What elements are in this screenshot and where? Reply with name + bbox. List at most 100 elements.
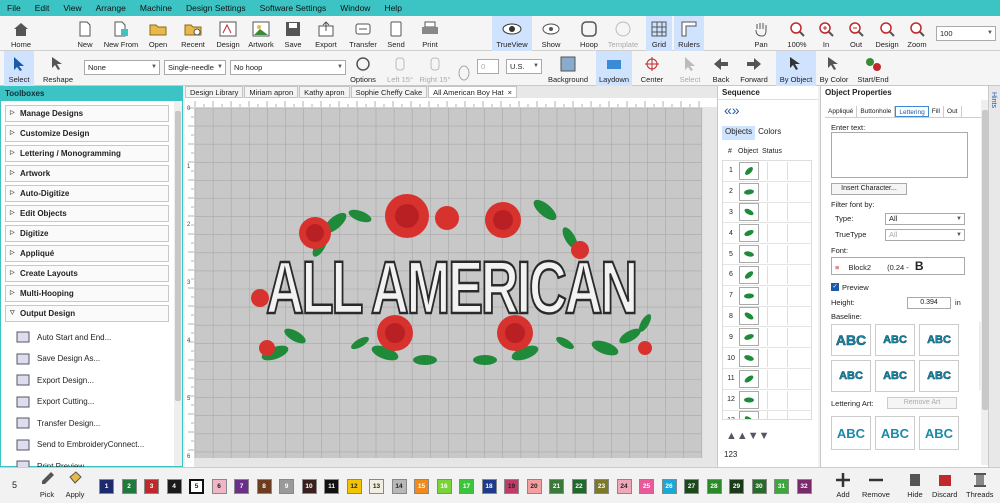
menu-file[interactable]: File: [0, 0, 28, 16]
prop-tab-appliqué[interactable]: Appliqué: [825, 106, 858, 117]
print-button[interactable]: Print: [418, 16, 442, 51]
toolbox-edit-objects[interactable]: ▷ Edit Objects: [5, 205, 169, 222]
show-button[interactable]: Show: [537, 16, 565, 51]
reshape-tool-button[interactable]: Reshape: [42, 51, 74, 86]
document-tab-2[interactable]: Kathy apron: [299, 86, 350, 98]
menu-software-settings[interactable]: Software Settings: [253, 0, 334, 16]
color-swatch-12[interactable]: 12: [346, 479, 362, 494]
toolbox-digitize[interactable]: ▷ Digitize: [5, 225, 169, 242]
apply-button[interactable]: Apply: [64, 470, 86, 499]
zoom-100-button[interactable]: 100%: [784, 16, 810, 51]
recent-button[interactable]: Recent: [176, 16, 210, 51]
grid-button[interactable]: Grid: [646, 16, 672, 51]
height-input[interactable]: 0.394: [907, 297, 951, 309]
artwork-button[interactable]: Artwork: [244, 16, 278, 51]
laydown-button[interactable]: Laydown: [596, 51, 632, 86]
design-lettering[interactable]: ALL AMERICAN: [265, 245, 641, 331]
output-item-4[interactable]: Transfer Design...: [15, 413, 100, 433]
new-button[interactable]: New: [74, 16, 96, 51]
hoop-shape-icon-button[interactable]: [454, 51, 474, 86]
back-button[interactable]: Back: [708, 51, 734, 86]
collapse-arrows[interactable]: «»: [724, 102, 740, 118]
hints-tab[interactable]: Hints: [988, 86, 1000, 467]
zoom-button[interactable]: Zoom: [904, 16, 930, 51]
menu-machine[interactable]: Machine: [133, 0, 179, 16]
by-object-button[interactable]: By Object: [776, 51, 816, 86]
background-button[interactable]: Background: [546, 51, 590, 86]
menu-edit[interactable]: Edit: [28, 0, 57, 16]
baseline-option[interactable]: ABC: [875, 324, 915, 356]
pan-button[interactable]: Pan: [750, 16, 772, 51]
prop-tab-buttonhole[interactable]: Buttonhole: [857, 106, 896, 117]
sequence-row[interactable]: 1: [723, 161, 811, 182]
color-swatch-18[interactable]: 18: [481, 479, 497, 494]
menu-view[interactable]: View: [56, 0, 88, 16]
fill-type-select[interactable]: None ▼: [84, 60, 160, 75]
sequence-row[interactable]: 9: [723, 327, 811, 349]
forward-button[interactable]: Forward: [736, 51, 772, 86]
color-swatch-20[interactable]: 20: [526, 479, 542, 494]
toolbox-lettering-monogramming[interactable]: ▷ Lettering / Monogramming: [5, 145, 169, 162]
sequence-move-arrows[interactable]: ▲▲▼▼: [726, 430, 770, 442]
menu-window[interactable]: Window: [333, 0, 377, 16]
lettering-art-option[interactable]: ABC: [831, 416, 871, 450]
color-swatch-9[interactable]: 9: [279, 479, 294, 494]
center-button[interactable]: Center: [638, 51, 666, 86]
hoop-select[interactable]: No hoop ▼: [230, 60, 346, 75]
baseline-option[interactable]: ABC: [919, 360, 959, 392]
color-swatch-3[interactable]: 3: [144, 479, 159, 494]
color-swatch-29[interactable]: 29: [729, 479, 744, 494]
color-swatch-19[interactable]: 19: [504, 479, 519, 494]
options-button[interactable]: Options: [348, 51, 378, 86]
lettering-art-option[interactable]: ABC: [919, 416, 959, 450]
color-swatch-2[interactable]: 2: [121, 479, 137, 494]
document-tab-4[interactable]: All American Boy Hat ×: [428, 86, 517, 98]
toolbox-create-layouts[interactable]: ▷ Create Layouts: [5, 265, 169, 282]
color-swatch-23[interactable]: 23: [594, 479, 609, 494]
color-swatch-22[interactable]: 22: [571, 479, 587, 494]
color-swatch-24[interactable]: 24: [616, 479, 632, 494]
font-select[interactable]: ≡ Block2 (0.24 - B: [831, 257, 965, 275]
rotate-left-button[interactable]: Left 15°: [384, 51, 416, 86]
color-swatch-10[interactable]: 10: [301, 479, 317, 494]
prop-tab-out[interactable]: Out: [944, 106, 962, 117]
tab-objects[interactable]: Objects: [722, 126, 756, 140]
open-button[interactable]: Open: [146, 16, 170, 51]
color-swatch-21[interactable]: 21: [549, 479, 564, 494]
zoom-in-button[interactable]: In: [816, 16, 836, 51]
color-swatch-27[interactable]: 27: [684, 479, 699, 494]
color-swatch-25[interactable]: 25: [639, 479, 654, 494]
color-swatch-1[interactable]: 1: [99, 479, 114, 494]
sequence-row[interactable]: 8: [723, 307, 811, 328]
pick-button[interactable]: Pick: [36, 470, 58, 499]
sequence-row[interactable]: 6: [723, 265, 811, 286]
color-swatch-14[interactable]: 14: [391, 479, 407, 494]
sequence-row[interactable]: 11: [723, 369, 811, 390]
sequence-row[interactable]: 13: [723, 411, 811, 419]
color-swatch-31[interactable]: 31: [774, 479, 789, 494]
toolbox-multi-hooping[interactable]: ▷ Multi-Hooping: [5, 285, 169, 302]
needle-select[interactable]: Single-needle ▼: [164, 60, 226, 75]
toolbox-auto-digitize[interactable]: ▷ Auto-Digitize: [5, 185, 169, 202]
toolbox-artwork[interactable]: ▷ Artwork: [5, 165, 169, 182]
add-color-button[interactable]: Add: [832, 470, 854, 499]
color-swatch-30[interactable]: 30: [751, 479, 767, 494]
sequence-row[interactable]: 5: [723, 244, 811, 265]
remove-art-button[interactable]: Remove Art: [887, 397, 957, 409]
sequence-row[interactable]: 10: [723, 348, 811, 369]
rulers-button[interactable]: Rulers: [674, 16, 704, 51]
new-from-button[interactable]: New From: [102, 16, 140, 51]
color-swatch-15[interactable]: 15: [414, 479, 429, 494]
start-end-button[interactable]: Start/End: [853, 51, 893, 86]
lettering-art-option[interactable]: ABC: [875, 416, 915, 450]
menu-design-settings[interactable]: Design Settings: [179, 0, 253, 16]
rotate-right-button[interactable]: Right 15°: [418, 51, 452, 86]
tab-colors[interactable]: Colors: [755, 126, 784, 140]
output-item-0[interactable]: Auto Start and End...: [15, 327, 111, 347]
document-tab-0[interactable]: Design Library: [185, 86, 244, 98]
hoop-button[interactable]: Hoop: [576, 16, 602, 51]
insert-character-button[interactable]: Insert Character...: [831, 183, 907, 195]
zoom-design-button[interactable]: Design: [872, 16, 902, 51]
sequence-row[interactable]: 2: [723, 182, 811, 203]
rotation-value-input[interactable]: 0: [477, 59, 499, 74]
